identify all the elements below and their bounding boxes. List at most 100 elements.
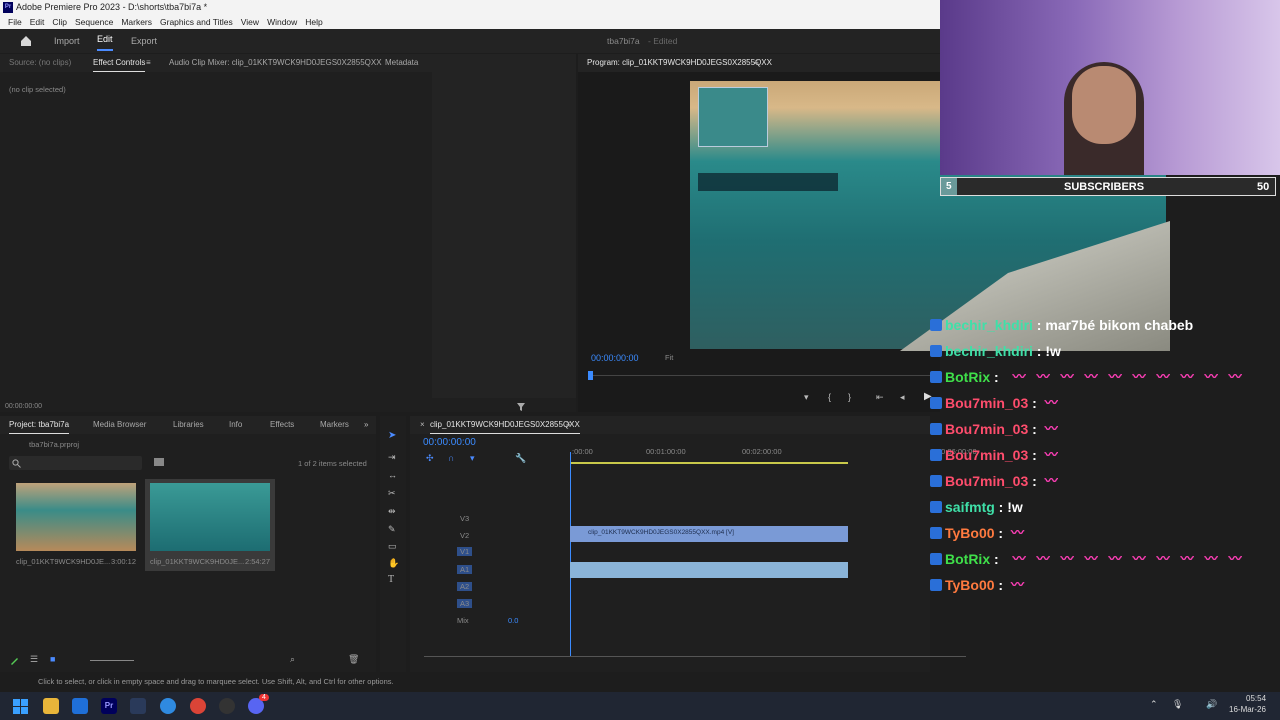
work-area-bar[interactable] <box>570 462 848 464</box>
tab-audio-clip-mixer[interactable]: Audio Clip Mixer: clip_01KKT9WCK9HD0JEGS… <box>169 54 382 72</box>
mix-value[interactable]: 0.0 <box>508 616 518 625</box>
tab-info[interactable]: Info <box>229 416 242 434</box>
pencil-icon[interactable] <box>10 656 19 665</box>
home-icon[interactable] <box>20 35 32 47</box>
track-v1-label[interactable]: V1 <box>457 547 473 556</box>
menu-help[interactable]: Help <box>301 15 326 29</box>
program-playhead[interactable] <box>588 371 593 380</box>
audio-clip[interactable] <box>570 562 848 578</box>
snap-icon[interactable]: ✣ <box>426 453 434 464</box>
chat-badge-icon <box>930 449 942 461</box>
timeline-sequence-tab[interactable]: clip_01KKT9WCK9HD0JEGS0X2855QXX <box>430 416 580 434</box>
outlook-icon[interactable] <box>72 698 88 714</box>
track-a2-label[interactable]: A2 <box>457 582 473 591</box>
timeline-timecode[interactable]: 00:00:00:00 <box>423 437 476 448</box>
linked-selection-icon[interactable]: ∩ <box>448 453 454 463</box>
clock-date[interactable]: 16-Mar-26 <box>1229 705 1266 714</box>
timeline-scrollbar[interactable] <box>424 656 966 657</box>
program-title[interactable]: Program: clip_01KKT9WCK9HD0JEGS0X2855QXX <box>587 54 772 72</box>
video-clip[interactable]: clip_01KKT9WCK9HD0JEGS0X2855QXX.mp4 [V] <box>570 526 848 542</box>
track-v2-label[interactable]: V2 <box>460 531 469 540</box>
tab-effect-controls[interactable]: Effect Controls <box>93 54 146 72</box>
close-timeline-icon[interactable]: × <box>420 416 425 434</box>
selection-tool-icon[interactable]: ➤ <box>388 430 396 441</box>
chat-separator: : <box>1028 447 1041 463</box>
project-search-input[interactable] <box>9 456 142 470</box>
microphone-icon[interactable]: 🎙 <box>1172 699 1183 710</box>
go-to-in-icon[interactable]: ⇤ <box>876 392 884 403</box>
edit-tab[interactable]: Edit <box>97 29 113 51</box>
tab-media-browser[interactable]: Media Browser <box>93 416 146 434</box>
tab-markers[interactable]: Markers <box>320 416 349 434</box>
menu-window[interactable]: Window <box>263 15 301 29</box>
mark-out-icon[interactable]: } <box>848 392 851 402</box>
zoom-slider[interactable] <box>90 660 134 661</box>
menu-graphics[interactable]: Graphics and Titles <box>156 15 237 29</box>
chrome-icon[interactable] <box>190 698 206 714</box>
add-marker-icon[interactable]: ▾ <box>804 392 809 403</box>
add-marker-timeline-icon[interactable]: ▾ <box>470 453 475 464</box>
tab-source[interactable]: Source: (no clips) <box>9 54 71 72</box>
track-select-tool-icon[interactable]: ⇥ <box>388 452 396 463</box>
pen-tool-icon[interactable]: ✎ <box>388 524 396 535</box>
icon-view-icon[interactable]: ■ <box>50 654 55 664</box>
clip-thumbnail-2[interactable] <box>150 483 270 551</box>
type-tool-icon[interactable]: T <box>388 574 394 585</box>
chat-separator: : <box>1028 421 1041 437</box>
menu-file[interactable]: File <box>4 15 26 29</box>
tray-chevron-icon[interactable]: ⌃ <box>1150 699 1158 710</box>
chat-badge-icon <box>930 475 942 487</box>
program-menu-icon[interactable]: ≡ <box>754 54 759 72</box>
hand-tool-icon[interactable]: ✋ <box>388 558 399 569</box>
import-tab[interactable]: Import <box>54 29 80 53</box>
track-a3-label[interactable]: A3 <box>457 599 473 608</box>
panel-menu-icon[interactable]: ≡ <box>146 54 151 72</box>
timeline-menu-icon[interactable]: ≡ <box>566 416 571 434</box>
program-timecode[interactable]: 00:00:00:00 <box>591 353 639 363</box>
windows-start-icon[interactable] <box>13 699 28 714</box>
rectangle-tool-icon[interactable]: ▭ <box>388 541 397 552</box>
premiere-taskbar-icon[interactable]: Pr <box>101 698 117 714</box>
menu-clip[interactable]: Clip <box>48 15 71 29</box>
step-back-icon[interactable]: ◂ <box>900 392 905 403</box>
chat-badge-icon <box>930 579 942 591</box>
clock-time[interactable]: 05:54 <box>1246 694 1266 703</box>
timeline-tabs: × clip_01KKT9WCK9HD0JEGS0X2855QXX ≡ <box>410 416 930 434</box>
menu-view[interactable]: View <box>237 15 263 29</box>
steam-icon[interactable] <box>130 698 146 714</box>
clip-thumbnail-1[interactable] <box>16 483 136 551</box>
filter-icon[interactable] <box>516 402 526 412</box>
razor-tool-icon[interactable]: ✂ <box>388 488 396 499</box>
effect-timecode[interactable]: 00:00:00:00 <box>5 403 42 410</box>
chat-separator: : <box>990 551 1003 567</box>
chat-separator: : <box>994 525 1007 541</box>
export-tab[interactable]: Export <box>131 29 157 53</box>
volume-icon[interactable]: 🔊 <box>1206 699 1217 710</box>
chat-emote-icon: 〰 <box>1060 369 1074 384</box>
new-bin-icon[interactable] <box>154 458 164 466</box>
workspace-header: Import Edit Export tba7bi7a - Edited <box>0 29 940 53</box>
menu-markers[interactable]: Markers <box>117 15 156 29</box>
wrench-icon[interactable]: 🔧 <box>515 453 526 464</box>
edge-icon[interactable] <box>160 698 176 714</box>
track-a1-label[interactable]: A1 <box>457 565 473 574</box>
program-scrubber[interactable] <box>590 375 940 376</box>
tab-project[interactable]: Project: tba7bi7a <box>9 416 70 434</box>
menu-edit[interactable]: Edit <box>26 15 49 29</box>
file-explorer-icon[interactable] <box>43 698 59 714</box>
menu-sequence[interactable]: Sequence <box>71 15 117 29</box>
find-icon[interactable]: ⌕ <box>290 654 295 665</box>
slip-tool-icon[interactable]: ⇹ <box>388 506 396 517</box>
delete-icon[interactable]: 🗑 <box>348 654 359 665</box>
list-view-icon[interactable]: ☰ <box>30 654 38 665</box>
obs-icon[interactable] <box>219 698 235 714</box>
tab-metadata[interactable]: Metadata <box>385 54 418 72</box>
fit-dropdown[interactable]: Fit <box>665 353 673 362</box>
mark-in-icon[interactable]: { <box>828 392 831 402</box>
timeline-playhead[interactable] <box>570 452 571 657</box>
ripple-edit-tool-icon[interactable]: ↔ <box>388 470 397 480</box>
tab-libraries[interactable]: Libraries <box>173 416 204 434</box>
track-v3-label[interactable]: V3 <box>460 514 469 523</box>
panel-overflow-icon[interactable]: » <box>364 416 368 434</box>
tab-effects[interactable]: Effects <box>270 416 294 434</box>
